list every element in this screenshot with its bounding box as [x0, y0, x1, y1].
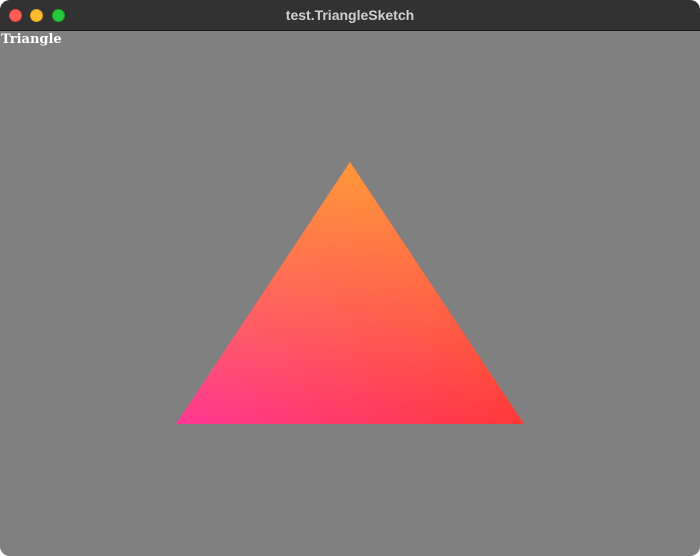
sketch-canvas[interactable]: Triangle — [0, 31, 700, 556]
window-title: test.TriangleSketch — [285, 7, 415, 23]
triangle-top-blend — [176, 162, 524, 424]
app-window: test.TriangleSketch Triangle — [0, 0, 700, 556]
triangle-graphic — [176, 162, 524, 424]
title-bar[interactable]: test.TriangleSketch — [0, 0, 700, 31]
